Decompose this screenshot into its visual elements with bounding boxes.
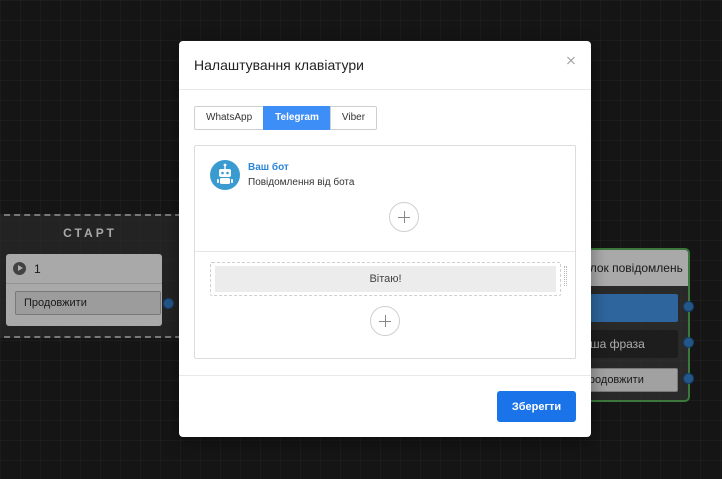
add-keyboard-button[interactable] xyxy=(370,306,400,336)
add-message-button[interactable] xyxy=(389,202,419,232)
tab-viber[interactable]: Viber xyxy=(329,106,378,130)
bot-subtitle: Повідомлення від бота xyxy=(248,177,355,188)
keyboard-row: Вітаю! xyxy=(210,262,561,296)
robot-icon xyxy=(210,160,240,190)
drag-handle-icon[interactable] xyxy=(564,266,567,286)
keyboard-settings-modal: Налаштування клавіатури WhatsApp Telegra… xyxy=(179,41,591,437)
keyboard-editor: Ваш бот Повідомлення від бота Вітаю! xyxy=(194,145,576,359)
tab-telegram[interactable]: Telegram xyxy=(263,106,331,130)
save-button[interactable]: Зберегти xyxy=(497,391,576,422)
platform-tabs: WhatsApp Telegram Viber xyxy=(194,106,378,130)
bot-text: Ваш бот Повідомлення від бота xyxy=(248,160,354,190)
bot-message: Ваш бот Повідомлення від бота xyxy=(210,160,354,190)
modal-header: Налаштування клавіатури xyxy=(179,41,591,90)
keyboard-button[interactable]: Вітаю! xyxy=(215,266,556,292)
modal-footer-divider xyxy=(179,375,591,376)
modal-title: Налаштування клавіатури xyxy=(194,57,364,73)
close-icon[interactable] xyxy=(563,53,579,69)
tab-whatsapp[interactable]: WhatsApp xyxy=(194,106,265,130)
bot-name: Ваш бот xyxy=(248,162,289,173)
editor-divider xyxy=(195,251,575,252)
